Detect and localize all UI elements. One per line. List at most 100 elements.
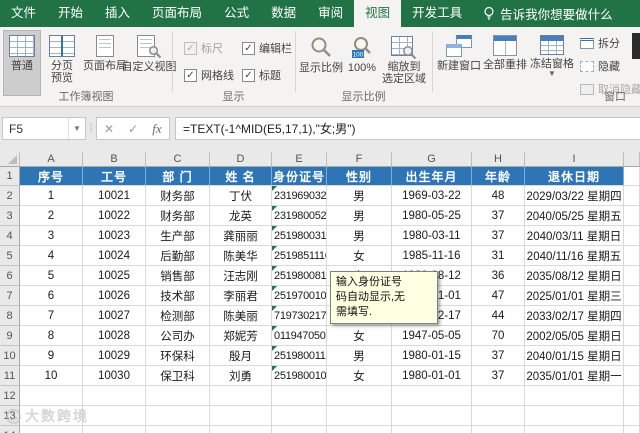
cell-overflow-4[interactable] [624, 226, 640, 246]
cell-E5[interactable]: 2519851116 [272, 246, 327, 266]
cell-I5[interactable]: 2040/11/16 星期五 [525, 246, 624, 266]
cell-H9[interactable]: 70 [472, 326, 525, 346]
cell-H13[interactable] [472, 406, 525, 426]
new-window-button[interactable]: 新建窗口 [436, 30, 482, 96]
cell-D5[interactable]: 陈美华 [210, 246, 272, 266]
insert-function-icon[interactable]: fx [145, 121, 169, 137]
cell-F10[interactable]: 男 [327, 346, 392, 366]
cell-C10[interactable]: 环保科 [146, 346, 210, 366]
headings-checkbox[interactable]: ✓ 标题 [242, 67, 281, 83]
cell-F1[interactable]: 性别 [327, 167, 392, 186]
cell-H14[interactable] [472, 426, 525, 433]
cell-D7[interactable]: 李丽君 [210, 286, 272, 306]
col-header-E[interactable]: E [272, 152, 327, 167]
cell-H10[interactable]: 37 [472, 346, 525, 366]
cell-C8[interactable]: 检测部 [146, 306, 210, 326]
cell-B1[interactable]: 工号 [83, 167, 146, 186]
cell-D8[interactable]: 陈美丽 [210, 306, 272, 326]
formula-input[interactable]: =TEXT(-1^MID(E5,17,1),"女;男") [175, 117, 640, 140]
cell-G5[interactable]: 1985-11-16 [392, 246, 472, 266]
cell-H2[interactable]: 48 [472, 186, 525, 206]
cell-G4[interactable]: 1980-03-11 [392, 226, 472, 246]
cell-D11[interactable]: 刘勇 [210, 366, 272, 386]
ribbon-tab-insert[interactable]: 插入 [94, 0, 141, 27]
cell-C11[interactable]: 保卫科 [146, 366, 210, 386]
confirm-entry-icon[interactable]: ✓ [121, 122, 145, 136]
ribbon-tab-home[interactable]: 开始 [47, 0, 94, 27]
cell-E10[interactable]: 2519800115 [272, 346, 327, 366]
cell-C14[interactable] [146, 426, 210, 433]
ribbon-tab-file[interactable]: 文件 [0, 0, 47, 27]
cell-G3[interactable]: 1980-05-25 [392, 206, 472, 226]
name-box[interactable]: F5 ▼ [2, 117, 86, 140]
cell-F13[interactable] [327, 406, 392, 426]
cell-I9[interactable]: 2002/05/05 星期日 [525, 326, 624, 346]
cell-I3[interactable]: 2040/05/25 星期五 [525, 206, 624, 226]
cell-overflow-13[interactable] [624, 406, 640, 426]
cell-D10[interactable]: 殷月 [210, 346, 272, 366]
cell-H11[interactable]: 37 [472, 366, 525, 386]
cell-E4[interactable]: 2519800311 [272, 226, 327, 246]
row-header-3[interactable]: 3 [0, 206, 20, 226]
cell-B2[interactable]: 10021 [83, 186, 146, 206]
row-header-9[interactable]: 9 [0, 326, 20, 346]
row-header-1[interactable]: 1 [0, 167, 20, 186]
ribbon-tab-formulas[interactable]: 公式 [213, 0, 260, 27]
cell-B14[interactable] [83, 426, 146, 433]
cell-E6[interactable]: 2519800812 [272, 266, 327, 286]
cancel-entry-icon[interactable]: ✕ [97, 122, 121, 136]
ribbon-tab-data[interactable]: 数据 [260, 0, 307, 27]
ribbon-tab-view[interactable]: 视图 [354, 0, 402, 27]
cell-B4[interactable]: 10023 [83, 226, 146, 246]
cell-C6[interactable]: 销售部 [146, 266, 210, 286]
cell-overflow-3[interactable] [624, 206, 640, 226]
page-layout-view-button[interactable]: 页面布局 [83, 30, 127, 96]
cell-E8[interactable]: 7197302171 [272, 306, 327, 326]
cell-C2[interactable]: 财务部 [146, 186, 210, 206]
col-header-F[interactable]: F [327, 152, 392, 167]
cell-G1[interactable]: 出生年月 [392, 167, 472, 186]
cell-C5[interactable]: 后勤部 [146, 246, 210, 266]
cell-H12[interactable] [472, 386, 525, 406]
row-header-12[interactable]: 12 [0, 386, 20, 406]
cell-I10[interactable]: 2040/01/15 星期日 [525, 346, 624, 366]
cell-B9[interactable]: 10028 [83, 326, 146, 346]
col-header-D[interactable]: D [210, 152, 272, 167]
normal-view-button[interactable]: 普通 [3, 30, 41, 96]
cell-G11[interactable]: 1980-01-01 [392, 366, 472, 386]
cell-E9[interactable]: 0119470505 [272, 326, 327, 346]
cell-B13[interactable] [83, 406, 146, 426]
cell-A8[interactable]: 7 [20, 306, 83, 326]
cell-overflow-1[interactable] [624, 167, 640, 186]
cell-A14[interactable] [20, 426, 83, 433]
cell-E14[interactable] [272, 426, 327, 433]
cell-I6[interactable]: 2035/08/12 星期日 [525, 266, 624, 286]
cell-F4[interactable]: 男 [327, 226, 392, 246]
ribbon-tab-developer[interactable]: 开发工具 [401, 0, 473, 27]
cell-D1[interactable]: 姓 名 [210, 167, 272, 186]
row-header-11[interactable]: 11 [0, 366, 20, 386]
row-header-2[interactable]: 2 [0, 186, 20, 206]
gridlines-checkbox[interactable]: ✓ 网格线 [184, 67, 234, 83]
tell-me-box[interactable]: 告诉我你想要做什么 [473, 0, 623, 27]
cell-A5[interactable]: 4 [20, 246, 83, 266]
cell-C4[interactable]: 生产部 [146, 226, 210, 246]
cell-H3[interactable]: 37 [472, 206, 525, 226]
cell-B12[interactable] [83, 386, 146, 406]
cell-E13[interactable] [272, 406, 327, 426]
cell-C12[interactable] [146, 386, 210, 406]
ribbon-tab-review[interactable]: 审阅 [307, 0, 354, 27]
formula-bar-splitter[interactable]: ⁞ [86, 123, 96, 134]
cell-H8[interactable]: 44 [472, 306, 525, 326]
col-header-G[interactable]: G [392, 152, 472, 167]
cell-B7[interactable]: 10026 [83, 286, 146, 306]
cell-E12[interactable] [272, 386, 327, 406]
cell-F2[interactable]: 男 [327, 186, 392, 206]
cell-I12[interactable] [525, 386, 624, 406]
cell-I14[interactable] [525, 426, 624, 433]
zoom-100-button[interactable]: 100 100% [345, 30, 379, 96]
ribbon-tab-page-layout[interactable]: 页面布局 [141, 0, 213, 27]
cell-I7[interactable]: 2025/01/01 星期三 [525, 286, 624, 306]
cell-I2[interactable]: 2029/03/22 星期四 [525, 186, 624, 206]
row-header-14[interactable]: 14 [0, 426, 20, 433]
